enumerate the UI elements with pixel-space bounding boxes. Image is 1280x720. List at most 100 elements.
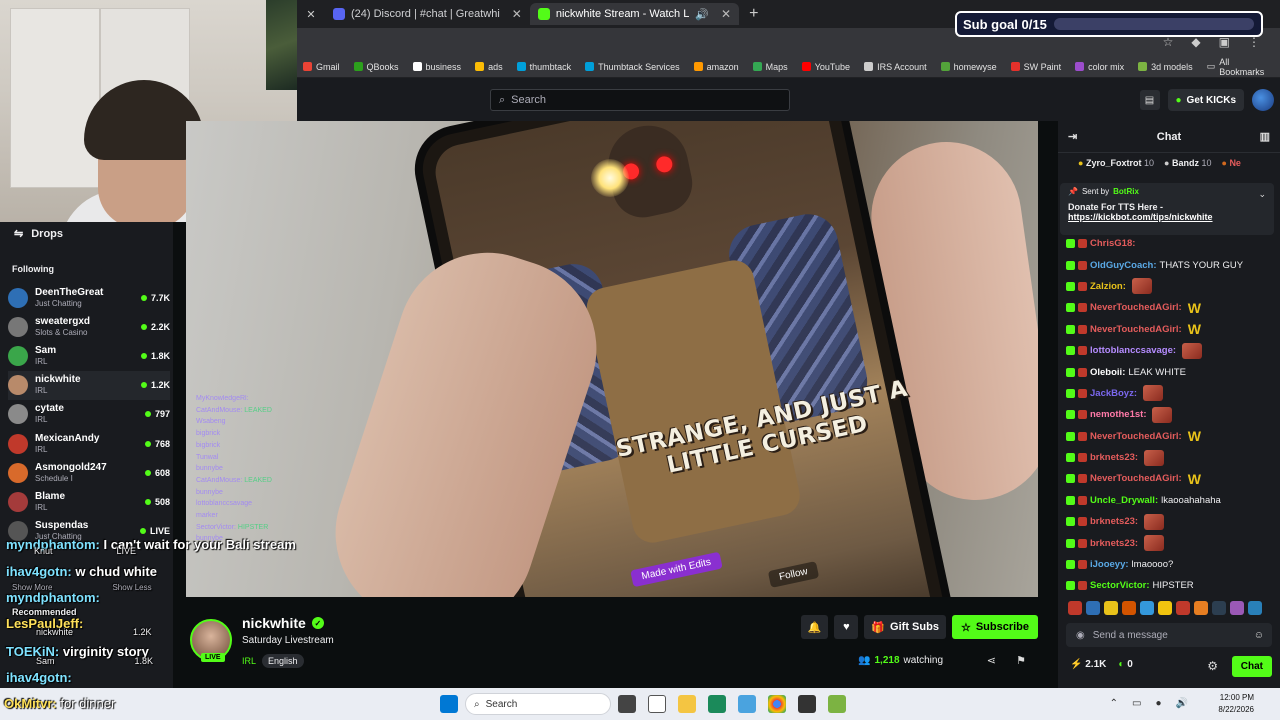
sidebar-channel[interactable]: cytate IRL 797 (8, 400, 170, 429)
bookmark-thumbtack[interactable]: thumbtack (516, 62, 571, 72)
chat-username[interactable]: brknets23: (1090, 538, 1138, 549)
browser-tab-discord[interactable]: (24) Discord | #chat | Greatwhi ✕ (325, 3, 530, 25)
pinned-link[interactable]: https://kickbot.com/tips/nickwhite (1068, 212, 1266, 222)
follow-button[interactable]: ♥ (834, 615, 859, 639)
chat-username[interactable]: JackBoyz: (1090, 388, 1137, 399)
notepad-icon[interactable] (648, 695, 666, 713)
emote-icon[interactable] (1176, 601, 1190, 615)
emote-icon[interactable] (1230, 601, 1244, 615)
bookmark-3d-models[interactable]: 3d models (1138, 62, 1193, 72)
app-icon[interactable] (738, 695, 756, 713)
app-icon[interactable] (828, 695, 846, 713)
report-icon[interactable]: ⚑ (1016, 654, 1026, 667)
excel-icon[interactable] (708, 695, 726, 713)
speaker-icon[interactable]: 🔊 (695, 8, 709, 21)
menu-icon[interactable]: ⋮ (1248, 35, 1260, 49)
unpin-icon[interactable]: ⌄ (1258, 189, 1266, 200)
emote-icon[interactable] (1158, 601, 1172, 615)
drops-link[interactable]: ⇋ Drops (14, 227, 63, 241)
task-view-icon[interactable] (618, 695, 636, 713)
close-tab-icon[interactable]: ✕ (297, 8, 325, 21)
bookmark-amazon[interactable]: amazon (693, 62, 739, 72)
category-link[interactable]: IRL (242, 656, 256, 666)
emote-icon[interactable] (1194, 601, 1208, 615)
bookmark-thumbtack-services[interactable]: Thumbtack Services (585, 62, 680, 72)
volume-icon[interactable]: 🔊 (1176, 698, 1188, 709)
sidebar-channel[interactable]: nickwhite IRL 1.2K (8, 370, 170, 400)
bookmark-color-mix[interactable]: color mix (1075, 62, 1124, 72)
chat-username[interactable]: NeverTouchedAGirl: (1090, 302, 1182, 313)
emoji-icon[interactable]: ☺ (1254, 630, 1264, 641)
subscribe-button[interactable]: ☆ Subscribe (951, 615, 1038, 639)
chat-username[interactable]: nemothe1st: (1090, 409, 1146, 420)
chat-username[interactable]: NeverTouchedAGirl: (1090, 324, 1182, 335)
star-icon[interactable]: ☆ (1163, 35, 1174, 49)
emote-icon[interactable] (1212, 601, 1226, 615)
streamer-name[interactable]: nickwhite ✓ (242, 615, 324, 631)
gifter[interactable]: ● Bandz 10 (1164, 158, 1211, 168)
emote-icon[interactable] (1140, 601, 1154, 615)
chat-username[interactable]: OldGuyCoach: (1090, 260, 1157, 271)
get-kicks-button[interactable]: ● Get KICKs (1167, 89, 1244, 111)
inventory-icon[interactable]: ▤ (1139, 90, 1160, 110)
chevron-up-icon[interactable]: ⌃ (1110, 698, 1118, 709)
gifter[interactable]: ● Zyro_Foxtrot 10 (1078, 158, 1154, 168)
notifications-button[interactable]: 🔔 (800, 615, 829, 639)
bookmark-gmail[interactable]: Gmail (303, 62, 340, 72)
bookmark-business[interactable]: business (412, 62, 461, 72)
bookmark-sw-paint[interactable]: SW Paint (1010, 62, 1061, 72)
all-bookmarks[interactable]: ▭ All Bookmarks (1207, 57, 1270, 77)
sidebar-channel[interactable]: Sam IRL 1.8K (8, 341, 170, 370)
close-icon[interactable]: ✕ (512, 7, 522, 21)
bookmark-qbooks[interactable]: QBooks (353, 62, 399, 72)
send-chat-button[interactable]: Chat (1231, 656, 1272, 677)
chat-username[interactable]: lottoblanccsavage: (1090, 345, 1176, 356)
user-avatar[interactable] (1252, 89, 1274, 111)
chat-username[interactable]: SectorVictor: (1090, 580, 1149, 591)
taskbar-search[interactable]: ⌕ Search (465, 693, 611, 715)
chat-input[interactable]: ◉ Send a message ☺ (1066, 623, 1272, 647)
sidebar-channel[interactable]: Asmongold247 Schedule I 608 (8, 458, 170, 487)
emote-icon[interactable] (1068, 601, 1082, 615)
sidebar-channel[interactable]: DeenTheGreat Just Chatting 7.7K (8, 283, 170, 312)
bookmark-homewyse[interactable]: homewyse (940, 62, 997, 72)
emote-icon[interactable] (1086, 601, 1100, 615)
sidebar-channel[interactable]: Blame IRL 508 (8, 487, 170, 516)
bookmark-youtube[interactable]: YouTube (801, 62, 850, 72)
bookmark-maps[interactable]: Maps (752, 62, 788, 72)
browser-tab-kick[interactable]: nickwhite Stream - Watch L 🔊 ✕ (529, 3, 740, 25)
gifter[interactable]: ● Ne (1221, 158, 1240, 168)
new-tab-button[interactable]: + (739, 5, 768, 23)
obs-icon[interactable] (798, 695, 816, 713)
chat-username[interactable]: Oleboii: (1090, 367, 1125, 378)
windows-start-icon[interactable] (440, 695, 458, 713)
chat-username[interactable]: NeverTouchedAGirl: (1090, 431, 1182, 442)
chat-username[interactable]: brknets23: (1090, 516, 1138, 527)
kicks-balance[interactable]: ⚡ 2.1K (1070, 659, 1106, 670)
emote-icon[interactable] (1248, 601, 1262, 615)
collapse-chat-icon[interactable]: ⇥ (1068, 130, 1077, 143)
chat-username[interactable]: brknets23: (1090, 452, 1138, 463)
network-icon[interactable]: ▭ (1132, 698, 1141, 709)
emote-icon[interactable] (1122, 601, 1136, 615)
gift-subs-button[interactable]: 🎁 Gift Subs (864, 615, 946, 639)
share-icon[interactable]: ⋖ (987, 654, 996, 667)
clock[interactable]: 12:00 PM 8/22/2026 (1218, 692, 1254, 716)
chat-username[interactable]: Uncle_Drywall: (1090, 495, 1158, 506)
mic-icon[interactable]: ● (1156, 698, 1162, 709)
chat-username[interactable]: ChrisG18: (1090, 238, 1135, 249)
chat-username[interactable]: NeverTouchedAGirl: (1090, 473, 1182, 484)
file-explorer-icon[interactable] (678, 695, 696, 713)
extension-icon[interactable]: ◆ (1191, 35, 1200, 49)
sidebar-channel[interactable]: sweatergxd Slots & Casino 2.2K (8, 312, 170, 341)
sidebar-channel[interactable]: MexicanAndy IRL 768 (8, 429, 170, 458)
chrome-icon[interactable] (768, 695, 786, 713)
chat-users-icon[interactable]: ▥ (1260, 130, 1270, 143)
bookmark-irs[interactable]: IRS Account (864, 62, 927, 72)
bookmark-ads[interactable]: ads (475, 62, 503, 72)
search-input[interactable]: ⌕ Search (490, 89, 790, 111)
chat-username[interactable]: iJooeyy: (1090, 559, 1129, 570)
emote-icon[interactable] (1104, 601, 1118, 615)
language-tag[interactable]: English (262, 654, 304, 668)
gear-icon[interactable]: ⚙ (1207, 659, 1218, 673)
